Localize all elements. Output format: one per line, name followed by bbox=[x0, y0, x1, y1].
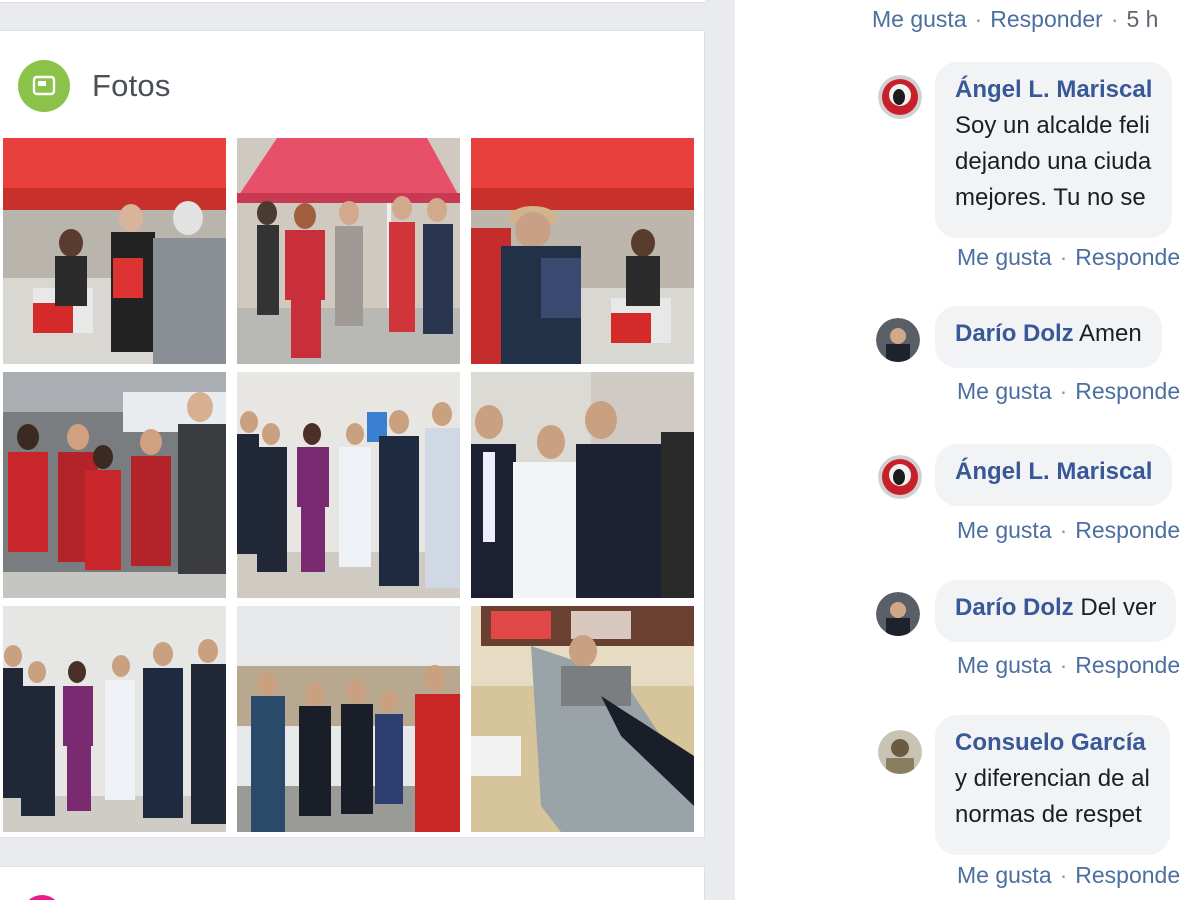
avatar[interactable] bbox=[878, 75, 922, 119]
comment-actions: Me gusta · Responde bbox=[957, 517, 1180, 544]
reply-link[interactable]: Responde bbox=[1075, 517, 1180, 544]
next-section-icon bbox=[22, 895, 62, 900]
photo-group-outdoor[interactable] bbox=[237, 606, 460, 832]
like-link[interactable]: Me gusta bbox=[957, 378, 1052, 405]
top-comment-actions: Me gusta · Responder · 5 h bbox=[872, 6, 1158, 33]
photos-icon bbox=[18, 60, 70, 112]
comment-author[interactable]: Darío Dolz bbox=[955, 594, 1074, 621]
photo-red-tent-crowd[interactable] bbox=[237, 138, 460, 364]
comment-author[interactable]: Ángel L. Mariscal bbox=[955, 72, 1152, 108]
photos-title[interactable]: Fotos bbox=[92, 68, 171, 104]
photos-card: Fotos bbox=[0, 30, 705, 838]
separator: · bbox=[1059, 862, 1068, 888]
comment-bubble: Ángel L. Mariscal Soy un alcalde feli de… bbox=[935, 62, 1173, 238]
comment-bubble: Darío Dolz Amen bbox=[935, 306, 1162, 368]
reply-link[interactable]: Responde bbox=[1075, 244, 1180, 271]
reply-link[interactable]: Responde bbox=[1075, 862, 1180, 889]
photo-group-red-vests[interactable] bbox=[3, 372, 226, 598]
avatar[interactable] bbox=[876, 592, 920, 636]
comment-actions: Me gusta · Responde bbox=[957, 244, 1180, 271]
separator: · bbox=[974, 6, 983, 32]
comment-author[interactable]: Consuelo García bbox=[955, 725, 1150, 761]
reply-link[interactable]: Responde bbox=[1075, 378, 1180, 405]
comment-author[interactable]: Darío Dolz bbox=[955, 320, 1074, 347]
reply-link[interactable]: Responder bbox=[990, 6, 1103, 33]
avatar[interactable] bbox=[878, 455, 922, 499]
previous-card-edge bbox=[0, 0, 705, 3]
comment-text-line: y diferencian de al bbox=[955, 765, 1150, 792]
separator: · bbox=[1059, 517, 1068, 543]
like-link[interactable]: Me gusta bbox=[957, 244, 1052, 271]
comment-author[interactable]: Ángel L. Mariscal bbox=[955, 458, 1152, 485]
left-column: Fotos bbox=[0, 0, 735, 900]
photo-red-tent-man-hat[interactable] bbox=[471, 138, 694, 364]
comment-text-line: normas de respet bbox=[955, 801, 1142, 828]
comment-bubble: Darío Dolz Del ver bbox=[935, 580, 1177, 642]
separator: · bbox=[1059, 652, 1068, 678]
like-link[interactable]: Me gusta bbox=[957, 517, 1052, 544]
separator: · bbox=[1110, 6, 1119, 32]
photo-blood-donation[interactable] bbox=[471, 606, 694, 832]
comment-bubble: Consuelo García y diferencian de al norm… bbox=[935, 715, 1170, 855]
comment-bubble: Ángel L. Mariscal bbox=[935, 444, 1173, 506]
comment-text-line: dejando una ciuda bbox=[955, 148, 1152, 175]
photo-group-indoor[interactable] bbox=[3, 606, 226, 832]
photo-group-suits[interactable] bbox=[237, 372, 460, 598]
comment-text-line: Soy un alcalde feli bbox=[955, 112, 1150, 139]
avatar[interactable] bbox=[878, 730, 922, 774]
like-link[interactable]: Me gusta bbox=[957, 652, 1052, 679]
avatar[interactable] bbox=[876, 318, 920, 362]
separator: · bbox=[1059, 378, 1068, 404]
photo-three-men[interactable] bbox=[471, 372, 694, 598]
comment-actions: Me gusta · Responde bbox=[957, 378, 1180, 405]
comment-text: Del ver bbox=[1080, 594, 1157, 621]
comment-actions: Me gusta · Responde bbox=[957, 652, 1180, 679]
reply-link[interactable]: Responde bbox=[1075, 652, 1180, 679]
next-card bbox=[0, 866, 705, 900]
like-link[interactable]: Me gusta bbox=[957, 862, 1052, 889]
photo-red-tent-booth[interactable] bbox=[3, 138, 226, 364]
comments-column: Me gusta · Responder · 5 h Ángel L. Mari… bbox=[735, 0, 1200, 900]
separator: · bbox=[1059, 244, 1068, 270]
like-link[interactable]: Me gusta bbox=[872, 6, 967, 33]
comment-text: Amen bbox=[1079, 320, 1142, 347]
photos-header[interactable]: Fotos bbox=[18, 59, 171, 113]
timestamp[interactable]: 5 h bbox=[1126, 6, 1158, 33]
comment-actions: Me gusta · Responde bbox=[957, 862, 1180, 889]
photo-grid bbox=[3, 138, 695, 832]
comment-text-line: mejores. Tu no se bbox=[955, 184, 1146, 211]
